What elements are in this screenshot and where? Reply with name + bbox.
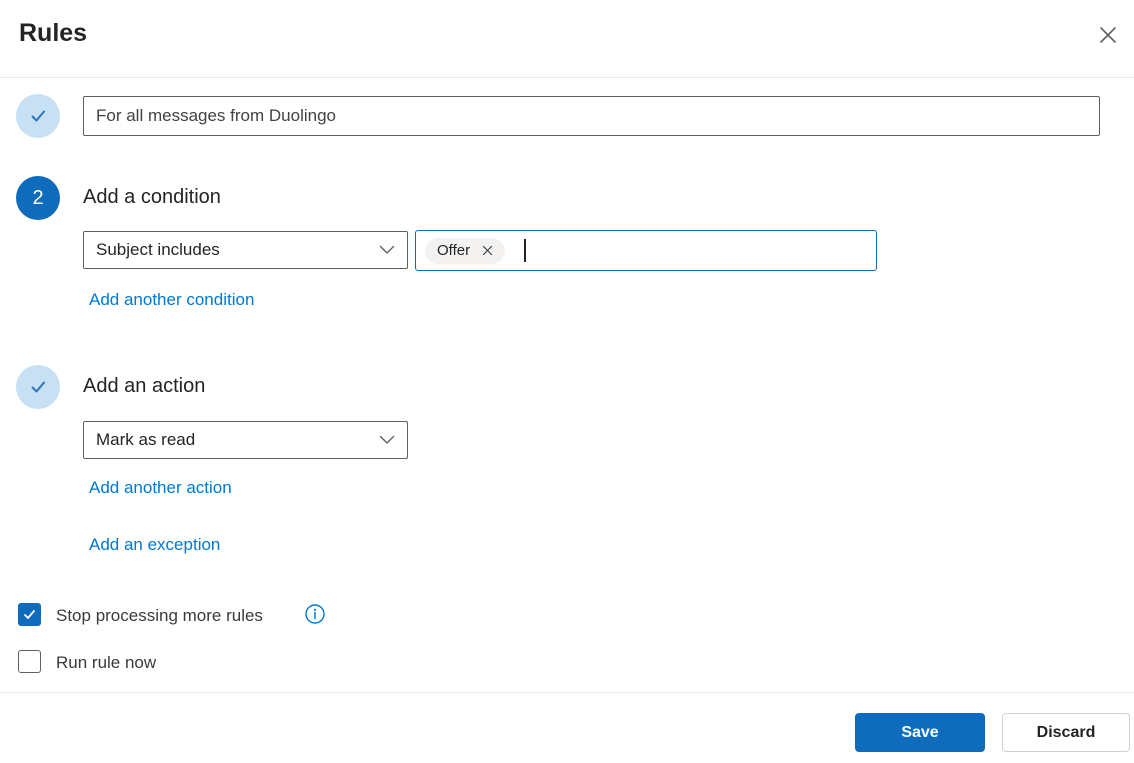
rule-name-input[interactable]	[83, 96, 1100, 136]
action-dropdown-value: Mark as read	[96, 430, 196, 449]
condition-dropdown-value: Subject includes	[96, 240, 220, 259]
step2-number: 2	[32, 186, 44, 209]
text-cursor	[524, 239, 526, 262]
save-button[interactable]: Save	[855, 713, 985, 752]
tag-label: Offer	[437, 242, 471, 259]
footer-divider	[0, 692, 1134, 693]
add-an-exception-link[interactable]: Add an exception	[89, 535, 220, 555]
discard-button[interactable]: Discard	[1002, 713, 1130, 752]
info-icon	[304, 603, 326, 625]
step3-complete-indicator	[16, 365, 60, 409]
condition-value-input[interactable]: Offer	[415, 230, 877, 271]
header-divider	[0, 77, 1134, 78]
checkmark-icon	[27, 376, 49, 398]
add-another-condition-link[interactable]: Add another condition	[89, 290, 254, 310]
chevron-down-icon	[379, 435, 395, 445]
action-dropdown[interactable]: Mark as read	[83, 421, 408, 459]
condition-value-tag: Offer	[425, 237, 506, 264]
stop-processing-checkbox[interactable]	[18, 603, 41, 626]
checkmark-icon	[22, 607, 37, 622]
chevron-down-icon	[379, 245, 395, 255]
condition-dropdown[interactable]: Subject includes	[83, 231, 408, 269]
stop-processing-label: Stop processing more rules	[56, 606, 263, 625]
run-rule-now-checkbox[interactable]	[18, 650, 41, 673]
info-button[interactable]	[303, 602, 327, 626]
dialog-title: Rules	[19, 19, 88, 47]
checkmark-icon	[27, 105, 49, 127]
step1-complete-indicator	[16, 94, 60, 138]
add-another-action-link[interactable]: Add another action	[89, 478, 232, 498]
action-heading: Add an action	[83, 375, 206, 397]
close-button[interactable]	[1092, 19, 1124, 51]
rules-dialog: Rules 2 Add a condition Subject includes…	[0, 0, 1134, 763]
close-icon	[1097, 24, 1119, 46]
remove-tag-icon[interactable]	[482, 245, 493, 256]
step2-number-indicator: 2	[16, 176, 60, 220]
run-rule-now-label: Run rule now	[56, 653, 157, 672]
condition-heading: Add a condition	[83, 186, 221, 208]
